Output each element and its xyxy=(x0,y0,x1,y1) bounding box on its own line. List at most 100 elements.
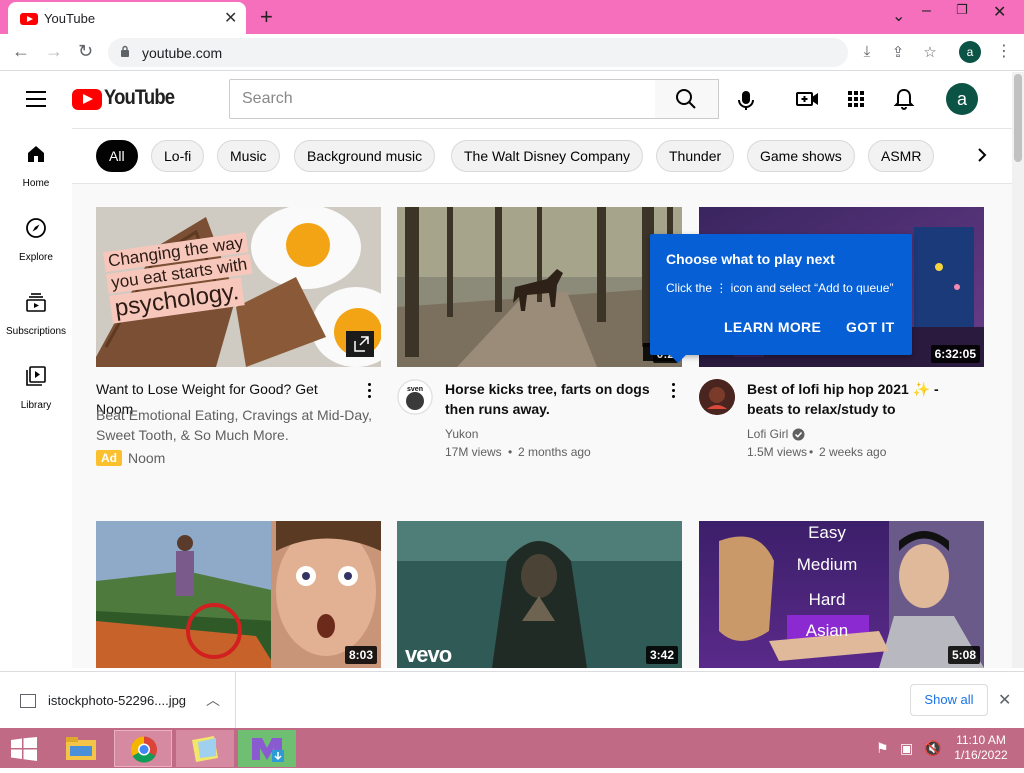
chip-lofi[interactable]: Lo-fi xyxy=(151,140,205,172)
more-actions-icon[interactable] xyxy=(365,383,373,401)
close-window-button[interactable]: ✕ xyxy=(993,2,1006,22)
lock-icon xyxy=(121,45,129,57)
meta-dot: • xyxy=(508,445,513,459)
close-download-bar-icon[interactable]: ✕ xyxy=(998,690,1011,710)
search-box xyxy=(229,79,656,119)
minimize-button[interactable]: – xyxy=(922,2,931,20)
search-icon xyxy=(676,89,696,109)
video-thumbnail-vevo[interactable]: vevo 3:42 xyxy=(397,521,682,668)
show-all-button[interactable]: Show all xyxy=(910,684,988,716)
app-installer-icon[interactable] xyxy=(238,730,296,767)
voice-search-button[interactable] xyxy=(730,84,762,116)
forward-button[interactable]: → xyxy=(45,41,63,62)
browser-toolbar: ← → ↻ youtube.com ⤓ ⇪ ☆ a ⋮ xyxy=(0,34,1024,71)
url-text: youtube.com xyxy=(142,45,223,61)
chrome-menu-icon[interactable]: ⋮ xyxy=(996,41,1012,61)
youtube-logo-icon[interactable] xyxy=(72,89,102,110)
difficulty-level: Easy xyxy=(808,523,846,542)
install-app-icon[interactable]: ⤓ xyxy=(857,43,877,63)
windows-start-icon[interactable] xyxy=(10,737,38,761)
yukon-logo-icon: sven xyxy=(397,379,433,415)
video-duration: 8:03 xyxy=(344,646,377,664)
challenge-artwork xyxy=(96,521,381,668)
home-icon xyxy=(28,146,44,162)
action-center-flag-icon[interactable]: ⚑ xyxy=(876,740,889,757)
chip-all[interactable]: All xyxy=(96,140,138,172)
horse-forest-artwork xyxy=(397,207,682,367)
chip-asmr[interactable]: ASMR xyxy=(868,140,935,172)
address-bar[interactable]: youtube.com xyxy=(108,38,848,67)
learn-more-button[interactable]: LEARN MORE xyxy=(724,319,821,335)
search-button[interactable] xyxy=(655,79,719,119)
chip-background-music[interactable]: Background music xyxy=(294,140,436,172)
video-title[interactable]: Horse kicks tree, farts on dogs then run… xyxy=(445,379,655,419)
advertiser-name[interactable]: Noom xyxy=(128,449,165,467)
restore-button[interactable]: ❐ xyxy=(956,2,968,18)
new-tab-button[interactable]: + xyxy=(260,4,273,30)
chip-music[interactable]: Music xyxy=(217,140,280,172)
tab-title: YouTube xyxy=(44,11,96,26)
chevron-right-icon[interactable] xyxy=(970,143,994,167)
video-title[interactable]: Best of lofi hip hop 2021 ✨ - beats to r… xyxy=(747,379,967,419)
channel-name[interactable]: Yukon xyxy=(445,425,478,443)
svg-text:sven: sven xyxy=(407,386,423,393)
channel-avatar-lofi-girl[interactable] xyxy=(699,379,735,415)
hamburger-menu-icon[interactable] xyxy=(26,91,46,107)
clock-time: 11:10 AM xyxy=(956,733,1006,747)
verified-badge-icon xyxy=(792,428,805,441)
more-actions-icon[interactable] xyxy=(669,383,677,401)
ad-badge: Ad xyxy=(96,450,122,466)
channel-name[interactable]: Lofi Girl xyxy=(747,425,788,443)
browser-tab-youtube[interactable]: YouTube ✕ xyxy=(8,2,246,34)
video-thumbnail-horse[interactable]: 0:2 xyxy=(397,207,682,367)
youtube-header: YouTube a xyxy=(0,72,1012,128)
tooltip-title: Choose what to play next xyxy=(666,251,835,267)
network-icon[interactable]: ▣ xyxy=(900,740,913,757)
guide-label: Home xyxy=(22,178,50,189)
chip-walt-disney[interactable]: The Walt Disney Company xyxy=(451,140,643,172)
browser-profile-avatar[interactable]: a xyxy=(959,41,981,63)
volume-muted-icon[interactable]: 🔇 xyxy=(924,740,941,757)
create-video-icon[interactable] xyxy=(795,86,821,112)
reload-button[interactable]: ↻ xyxy=(78,41,93,62)
guide-item-explore[interactable]: Explore xyxy=(0,202,72,276)
file-explorer-icon[interactable] xyxy=(52,730,110,767)
apps-grid-icon[interactable] xyxy=(843,86,869,112)
notifications-bell-icon[interactable] xyxy=(891,86,917,112)
guide-item-library[interactable]: Library xyxy=(0,350,72,424)
search-input[interactable] xyxy=(230,80,655,118)
tab-close-icon[interactable]: ✕ xyxy=(224,8,237,28)
scrollbar-thumb[interactable] xyxy=(1014,74,1022,162)
image-file-icon xyxy=(20,694,36,708)
youtube-wordmark[interactable]: YouTube xyxy=(104,86,175,110)
chrome-taskbar-icon[interactable] xyxy=(114,730,172,767)
share-icon[interactable]: ⇪ xyxy=(888,43,908,63)
channel-avatar-yukon[interactable]: sven xyxy=(397,379,433,415)
chevron-up-icon[interactable]: ︿ xyxy=(206,690,220,710)
guide-label: Explore xyxy=(19,252,53,263)
chip-thunder[interactable]: Thunder xyxy=(656,140,735,172)
guide-item-subscriptions[interactable]: Subscriptions xyxy=(0,276,72,350)
system-clock[interactable]: 11:10 AM 1/16/2022 xyxy=(952,733,1010,763)
video-thumbnail-mrbeast[interactable]: 8:03 xyxy=(96,521,381,668)
bookmark-star-icon[interactable]: ☆ xyxy=(920,43,940,63)
view-count: 1.5M views xyxy=(747,445,808,459)
guide-item-home[interactable]: Home xyxy=(0,128,72,202)
filter-chips-bar: All Lo-fi Music Background music The Wal… xyxy=(72,128,1012,184)
got-it-button[interactable]: GOT IT xyxy=(846,319,894,335)
browser-tab-strip: YouTube ✕ + ⌄ – ❐ ✕ xyxy=(0,0,1024,34)
chip-game-shows[interactable]: Game shows xyxy=(747,140,855,172)
upload-age: 2 months ago xyxy=(518,445,591,459)
sticky-notes-icon[interactable] xyxy=(176,730,234,767)
page-scrollbar[interactable] xyxy=(1012,72,1024,668)
main-content: All Lo-fi Music Background music The Wal… xyxy=(72,128,1012,668)
video-thumbnail-noom-ad[interactable]: Changing the way you eat starts with psy… xyxy=(96,207,381,367)
library-icon xyxy=(26,366,46,386)
video-thumbnail-difficulty[interactable]: Easy Medium Hard Asian 5:08 xyxy=(699,521,984,668)
tab-search-icon[interactable]: ⌄ xyxy=(892,6,905,26)
account-avatar[interactable]: a xyxy=(946,83,978,115)
back-button[interactable]: ← xyxy=(12,41,30,62)
download-item[interactable]: istockphoto-52296....jpg ︿ xyxy=(0,672,236,728)
guide-label: Library xyxy=(20,400,52,411)
play-next-tooltip: Choose what to play next Click the ⋮ ico… xyxy=(650,234,912,363)
